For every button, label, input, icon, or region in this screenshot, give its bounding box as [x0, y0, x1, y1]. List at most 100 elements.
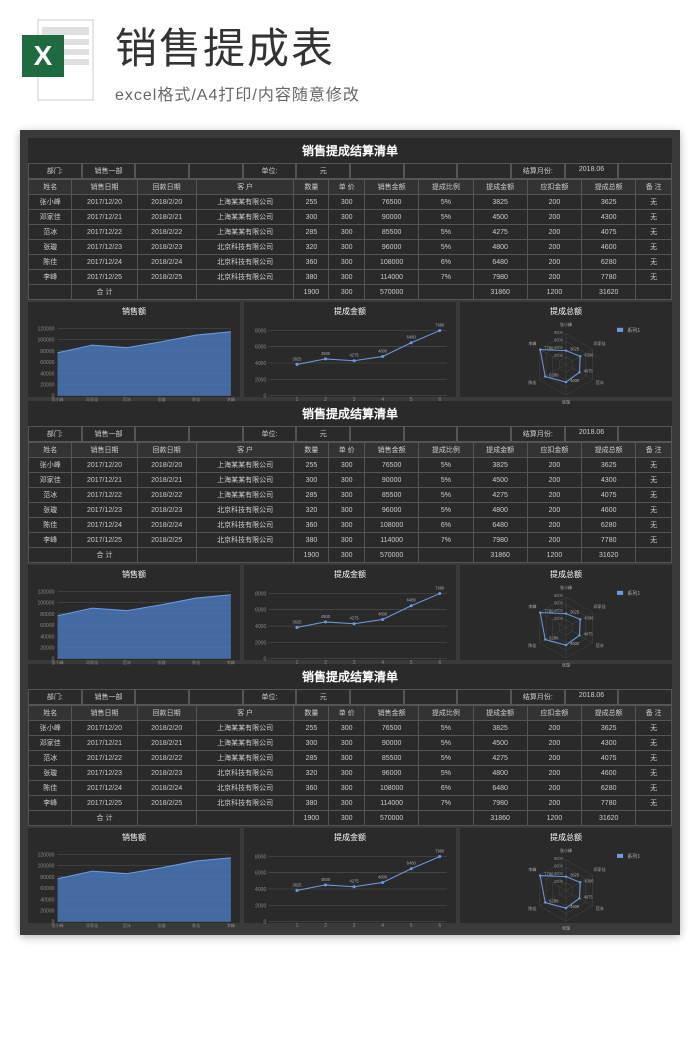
svg-text:20000: 20000: [40, 382, 54, 388]
table-cell: 无: [636, 518, 672, 533]
total-cell: [636, 811, 672, 826]
info-cell: 单位:: [243, 163, 297, 179]
svg-text:3: 3: [353, 660, 356, 666]
svg-text:4000: 4000: [554, 345, 564, 350]
table-cell: 2018/2/23: [137, 766, 196, 781]
info-cell: [350, 426, 404, 442]
table-cell: 200: [527, 225, 581, 240]
table-cell: 张小峰: [29, 721, 72, 736]
table-cell: 96000: [365, 240, 419, 255]
total-cell: 合 计: [72, 285, 137, 300]
table-cell: 300: [294, 473, 329, 488]
total-cell: [636, 548, 672, 563]
svg-text:邓家佳: 邓家佳: [593, 340, 605, 346]
table-cell: 上海某某有限公司: [196, 458, 294, 473]
column-header: 备 注: [636, 180, 672, 195]
svg-text:7980: 7980: [435, 848, 445, 853]
column-header: 提成金额: [473, 706, 527, 721]
table-cell: 300: [329, 736, 365, 751]
sales-area-chart: 销售额 020000400006000080000100000120000 张小…: [28, 302, 240, 397]
table-row: 张璇2017/12/232018/2/23北京科技有限公司32030096000…: [29, 240, 672, 255]
table-cell: 2018/2/20: [137, 195, 196, 210]
table-cell: 200: [527, 240, 581, 255]
table-cell: 无: [636, 255, 672, 270]
total-cell: 31860: [473, 285, 527, 300]
table-cell: 300: [329, 751, 365, 766]
column-header: 数量: [294, 443, 329, 458]
charts-row: 销售额 020000400006000080000100000120000 张小…: [28, 565, 672, 660]
table-cell: 85500: [365, 225, 419, 240]
svg-text:张璇: 张璇: [157, 659, 165, 665]
page-subtitle: excel格式/A4打印/内容随意修改: [115, 81, 680, 105]
svg-text:1: 1: [296, 660, 299, 666]
table-cell: 无: [636, 473, 672, 488]
table-cell: 2018/2/25: [137, 533, 196, 548]
svg-text:4000: 4000: [554, 871, 564, 876]
svg-text:7780: 7780: [544, 872, 554, 877]
svg-text:6000: 6000: [255, 345, 266, 351]
total-cell: [137, 285, 196, 300]
charts-row: 销售额 020000400006000080000100000120000 张小…: [28, 828, 672, 923]
svg-text:3625: 3625: [570, 873, 580, 878]
table-cell: 114000: [365, 796, 419, 811]
table-cell: 85500: [365, 488, 419, 503]
table-cell: 5%: [419, 751, 473, 766]
svg-text:张璇: 张璇: [562, 924, 570, 930]
svg-text:60000: 60000: [40, 623, 54, 629]
column-header: 回款日期: [137, 443, 196, 458]
svg-text:4300: 4300: [584, 615, 594, 620]
table-cell: 4800: [473, 766, 527, 781]
info-cell: [457, 163, 511, 179]
table-cell: 上海某某有限公司: [196, 488, 294, 503]
table-row: 范冰2017/12/222018/2/22上海某某有限公司28530085500…: [29, 751, 672, 766]
table-cell: 300: [329, 195, 365, 210]
total-cell: 31860: [473, 548, 527, 563]
svg-text:系列1: 系列1: [627, 853, 640, 860]
info-row: 部门:销售一部单位:元结算月份:2018.06: [28, 163, 672, 179]
table-cell: 200: [527, 796, 581, 811]
svg-text:5: 5: [410, 660, 413, 666]
table-cell: 200: [527, 766, 581, 781]
svg-text:100000: 100000: [37, 864, 54, 870]
svg-text:2: 2: [324, 660, 327, 666]
svg-text:6000: 6000: [554, 601, 564, 606]
table-cell: 85500: [365, 751, 419, 766]
svg-text:80000: 80000: [40, 612, 54, 618]
table-cell: 6280: [582, 518, 636, 533]
svg-text:6280: 6280: [549, 636, 559, 641]
table-cell: 2017/12/24: [72, 518, 137, 533]
excel-sheet-preview: 销售提成结算清单部门:销售一部单位:元结算月份:2018.06姓名销售日期回款日…: [20, 130, 680, 935]
table-cell: 2017/12/22: [72, 488, 137, 503]
svg-text:4000: 4000: [255, 361, 266, 367]
table-cell: 2017/12/25: [72, 796, 137, 811]
svg-text:8000: 8000: [255, 854, 266, 860]
svg-text:6000: 6000: [554, 338, 564, 343]
svg-text:李峰: 李峰: [227, 396, 235, 402]
table-cell: 李峰: [29, 270, 72, 285]
info-cell: 销售一部: [82, 163, 136, 179]
svg-text:范冰: 范冰: [595, 905, 603, 911]
info-cell: [404, 163, 458, 179]
column-header: 销售金额: [365, 180, 419, 195]
svg-text:陈佳: 陈佳: [192, 659, 200, 665]
svg-text:3: 3: [353, 397, 356, 403]
total-row: 合 计190030057000031860120031620: [29, 548, 672, 563]
column-header: 销售日期: [72, 180, 137, 195]
sales-area-chart: 销售额 020000400006000080000100000120000 张小…: [28, 565, 240, 660]
table-cell: 3625: [582, 195, 636, 210]
table-cell: 108000: [365, 781, 419, 796]
table-cell: 4500: [473, 210, 527, 225]
settlement-section: 销售提成结算清单部门:销售一部单位:元结算月份:2018.06姓名销售日期回款日…: [28, 138, 672, 397]
table-cell: 无: [636, 721, 672, 736]
total-radar-chart: 提成总额 系列1 张小峰邓家佳范冰张璇陈佳李峰 2000400060008000…: [460, 302, 672, 397]
chart-title: 提成总额: [464, 306, 668, 317]
column-header: 提成金额: [473, 180, 527, 195]
table-cell: 200: [527, 255, 581, 270]
total-cell: 1900: [294, 285, 329, 300]
table-row: 张小峰2017/12/202018/2/20上海某某有限公司2553007650…: [29, 458, 672, 473]
svg-text:5: 5: [410, 923, 413, 929]
table-cell: 200: [527, 533, 581, 548]
table-cell: 北京科技有限公司: [196, 240, 294, 255]
table-cell: 360: [294, 518, 329, 533]
column-header: 数量: [294, 180, 329, 195]
